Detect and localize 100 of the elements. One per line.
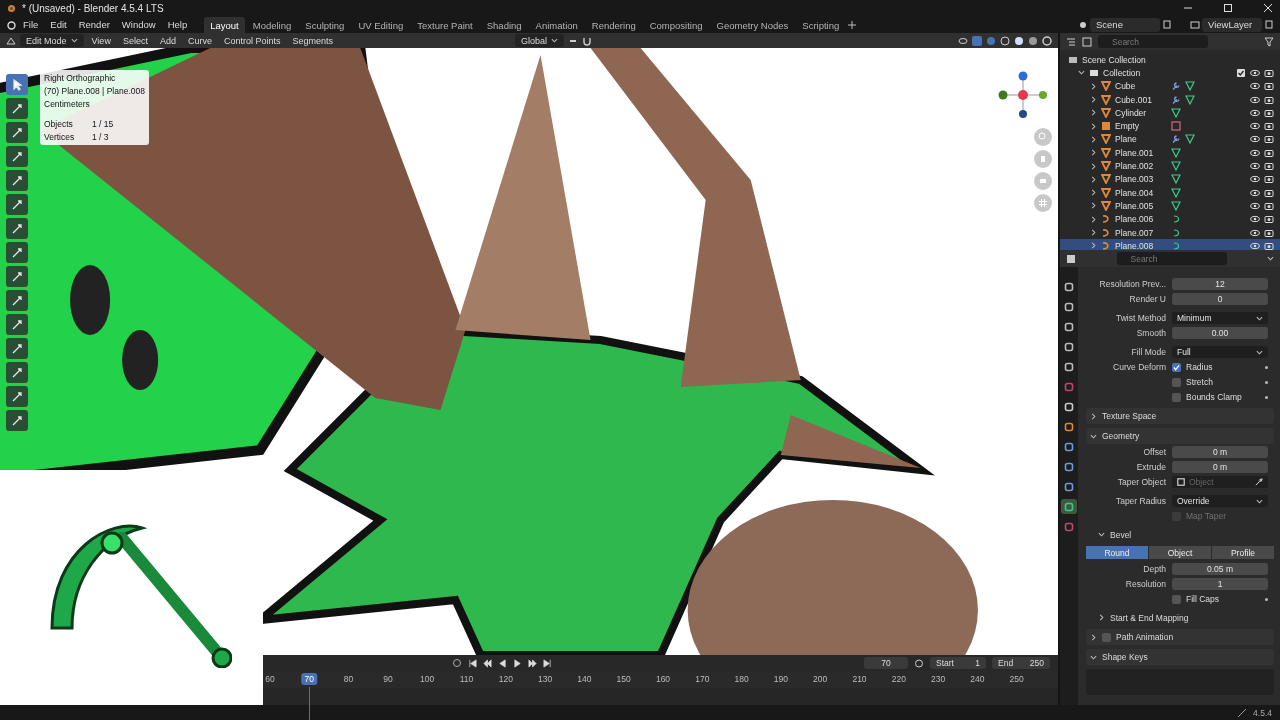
scene-selector[interactable]: Scene [1090, 17, 1160, 32]
menu-item[interactable]: Add [155, 34, 180, 47]
copy-icon[interactable] [1264, 19, 1274, 30]
outliner-row[interactable]: Cube.001 [1060, 92, 1280, 107]
eye-icon[interactable] [1250, 187, 1260, 198]
end-frame-field[interactable]: End 250 [992, 657, 1050, 669]
current-frame-field[interactable]: 70 [864, 657, 908, 669]
tool-button[interactable] [6, 146, 28, 167]
search-field[interactable]: Search [1116, 252, 1227, 265]
menu-item[interactable]: Curve [183, 34, 216, 47]
workspace-tab[interactable]: Texture Paint [411, 17, 479, 33]
playback-icon[interactable] [483, 658, 492, 668]
subpanel-header[interactable]: Start & End Mapping [1086, 610, 1274, 625]
tool-button[interactable] [6, 242, 28, 263]
menu-item[interactable]: Edit [45, 17, 72, 32]
workspace-tab[interactable]: Rendering [585, 17, 642, 33]
outliner-row[interactable]: Plane.004 [1060, 185, 1280, 200]
eye-icon[interactable] [1250, 200, 1260, 211]
outliner-row[interactable]: Empty [1060, 119, 1280, 133]
eye-icon[interactable] [1250, 161, 1260, 171]
tool-button[interactable] [6, 194, 28, 215]
keyframe-dot-icon[interactable] [1265, 365, 1268, 369]
playback-icon[interactable] [468, 658, 477, 668]
eye-icon[interactable] [1250, 174, 1260, 185]
tool-button[interactable] [6, 386, 28, 407]
eye-icon[interactable] [1250, 107, 1260, 118]
properties-tab[interactable] [1061, 499, 1077, 514]
checkbox[interactable] [1236, 67, 1246, 78]
solid-sphere-icon[interactable] [1014, 35, 1024, 46]
filter-icon[interactable] [1264, 36, 1274, 47]
tool-button[interactable] [6, 410, 28, 431]
workspace-tab[interactable]: Layout [204, 17, 245, 33]
eye-icon[interactable] [1250, 67, 1260, 78]
eye-icon[interactable] [958, 35, 968, 46]
material-sphere-icon[interactable] [1028, 35, 1038, 46]
outliner-row[interactable]: Cylinder [1060, 106, 1280, 120]
eye-icon[interactable] [1250, 81, 1260, 92]
number-field[interactable]: 0.00 [1172, 327, 1268, 339]
tool-button[interactable] [6, 98, 28, 119]
maximize-icon[interactable] [1222, 2, 1234, 14]
number-field[interactable]: 12 [1172, 278, 1268, 290]
search-field[interactable]: Search [1098, 35, 1208, 48]
outliner-row[interactable]: Plane.001 [1060, 146, 1280, 160]
menu-item[interactable]: Window [116, 17, 161, 32]
wireframe-sphere-icon[interactable] [1000, 35, 1010, 46]
dropdown[interactable]: Override [1172, 495, 1268, 507]
workspace-tab[interactable]: UV Editing [352, 17, 410, 33]
rendered-sphere-icon[interactable] [1042, 35, 1052, 46]
eye-icon[interactable] [1250, 134, 1260, 145]
eyedropper-icon[interactable] [1255, 478, 1263, 486]
outliner-row[interactable]: Plane.005 [1060, 199, 1280, 213]
copy-icon[interactable] [1162, 19, 1172, 30]
number-field[interactable]: 0 [1172, 293, 1268, 305]
subpanel-header[interactable]: Bevel [1086, 527, 1274, 542]
menu-item[interactable]: Segments [288, 34, 337, 47]
panel-header[interactable]: Texture Space [1086, 408, 1274, 424]
panel-header[interactable]: Shape Keys [1086, 649, 1274, 665]
mode-dropdown[interactable]: Edit Mode [20, 34, 84, 47]
outliner-item[interactable]: Scene Collection [1082, 54, 1146, 65]
eye-icon[interactable] [1250, 147, 1260, 158]
outliner-item[interactable]: Collection [1103, 67, 1141, 78]
record-icon[interactable] [452, 658, 462, 668]
tool-button[interactable] [6, 314, 28, 335]
keyframe-dot-icon[interactable] [1265, 395, 1268, 399]
menu-item[interactable]: Control Points [219, 34, 285, 47]
eye-icon[interactable] [1250, 214, 1260, 225]
keyframe-dot-icon[interactable] [1265, 597, 1268, 601]
eye-icon[interactable] [1250, 94, 1260, 105]
orientation-dropdown[interactable]: Global [515, 34, 564, 47]
outliner-row[interactable]: Plane.008 [1060, 239, 1280, 250]
close-icon[interactable] [1262, 2, 1274, 14]
menu-item[interactable]: Help [162, 17, 193, 32]
playback-icon[interactable] [543, 658, 552, 668]
number-field[interactable]: 0.05 m [1172, 563, 1268, 575]
segment-button[interactable]: Round [1086, 546, 1148, 559]
dropdown[interactable]: Full [1172, 346, 1268, 358]
tool-button[interactable] [6, 218, 28, 239]
outliner-row[interactable]: Plane.007 [1060, 225, 1280, 240]
menu-item[interactable]: Render [73, 17, 115, 32]
start-frame-field[interactable]: Start 1 [930, 657, 986, 669]
segment-button[interactable]: Profile [1212, 546, 1274, 559]
eye-icon[interactable] [1250, 227, 1260, 238]
keyframe-dot-icon[interactable] [1265, 380, 1268, 384]
number-field[interactable]: 1 [1172, 578, 1268, 590]
checkbox[interactable] [1172, 594, 1181, 604]
outliner-row[interactable]: Plane [1060, 132, 1280, 147]
tool-button[interactable] [6, 338, 28, 359]
tool-button[interactable] [6, 362, 28, 383]
dropdown[interactable]: Minimum [1172, 312, 1268, 324]
checkbox[interactable] [1172, 377, 1181, 387]
tool-button[interactable] [6, 290, 28, 311]
workspace-tab[interactable]: Sculpting [299, 17, 351, 33]
workspace-tab[interactable]: Scripting [796, 17, 846, 33]
outliner-row[interactable]: Cube [1060, 79, 1280, 93]
panel-header[interactable]: Path Animation [1086, 629, 1274, 645]
segment-button[interactable]: Object [1149, 546, 1211, 559]
outliner-icon[interactable] [1066, 36, 1076, 47]
checkbox[interactable] [1102, 632, 1111, 642]
number-field[interactable]: 0 m [1172, 446, 1268, 458]
view-layer-selector[interactable]: ViewLayer [1202, 17, 1262, 32]
